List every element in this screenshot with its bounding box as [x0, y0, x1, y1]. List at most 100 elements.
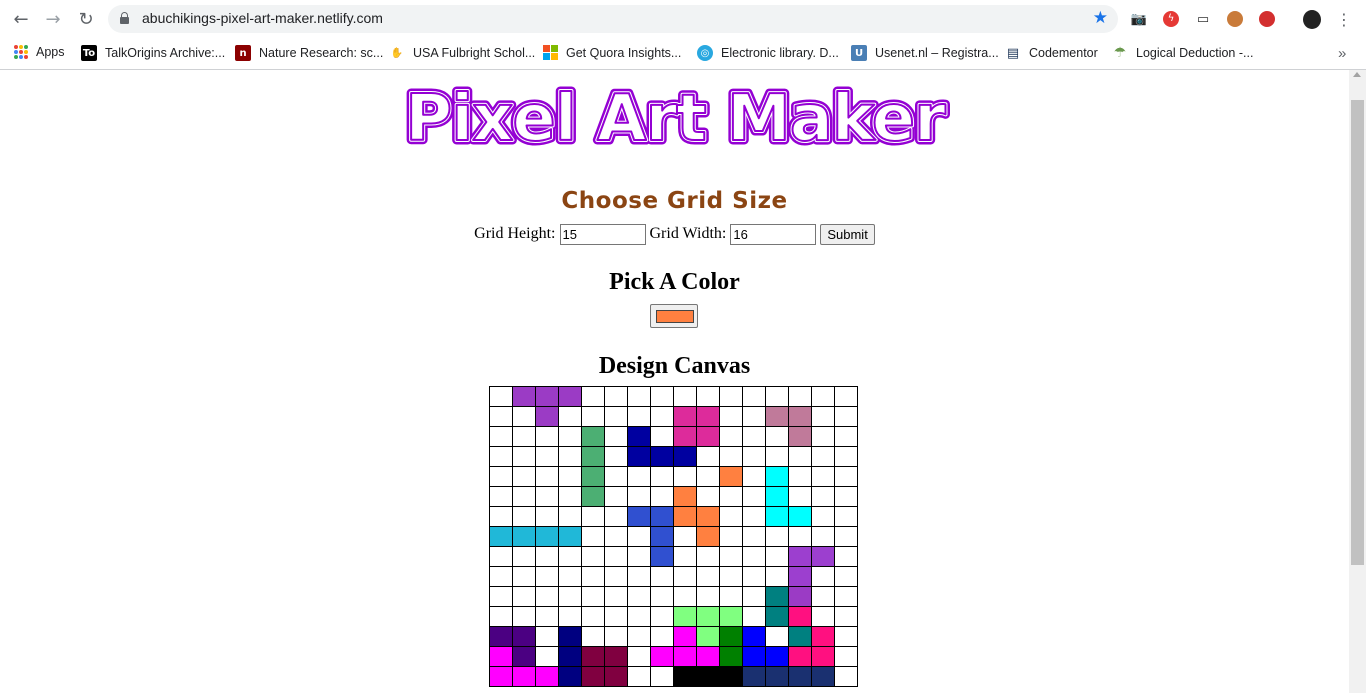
- canvas-cell[interactable]: [811, 386, 835, 407]
- canvas-cell[interactable]: [788, 546, 812, 567]
- canvas-cell[interactable]: [742, 426, 766, 447]
- canvas-cell[interactable]: [742, 386, 766, 407]
- bookmark-fulbright[interactable]: ✋ USA Fulbright Schol...: [389, 45, 536, 61]
- canvas-cell[interactable]: [558, 546, 582, 567]
- canvas-cell[interactable]: [788, 406, 812, 427]
- canvas-cell[interactable]: [673, 386, 697, 407]
- canvas-cell[interactable]: [742, 506, 766, 527]
- canvas-cell[interactable]: [673, 526, 697, 547]
- canvas-cell[interactable]: [834, 626, 858, 647]
- canvas-cell[interactable]: [627, 506, 651, 527]
- canvas-cell[interactable]: [811, 486, 835, 507]
- canvas-cell[interactable]: [581, 446, 605, 467]
- canvas-cell[interactable]: [650, 526, 674, 547]
- canvas-cell[interactable]: [604, 546, 628, 567]
- canvas-cell[interactable]: [765, 406, 789, 427]
- canvas-cell[interactable]: [650, 486, 674, 507]
- canvas-cell[interactable]: [765, 566, 789, 587]
- canvas-cell[interactable]: [834, 546, 858, 567]
- canvas-cell[interactable]: [765, 466, 789, 487]
- canvas-cell[interactable]: [834, 406, 858, 427]
- canvas-cell[interactable]: [558, 646, 582, 667]
- canvas-cell[interactable]: [742, 586, 766, 607]
- canvas-cell[interactable]: [650, 406, 674, 427]
- canvas-cell[interactable]: [512, 626, 536, 647]
- canvas-cell[interactable]: [673, 426, 697, 447]
- canvas-cell[interactable]: [535, 406, 559, 427]
- canvas-cell[interactable]: [535, 446, 559, 467]
- canvas-cell[interactable]: [581, 586, 605, 607]
- canvas-cell[interactable]: [627, 666, 651, 687]
- canvas-cell[interactable]: [834, 446, 858, 467]
- profile-avatar-icon[interactable]: [1303, 9, 1321, 29]
- canvas-cell[interactable]: [673, 586, 697, 607]
- canvas-cell[interactable]: [811, 646, 835, 667]
- canvas-cell[interactable]: [558, 526, 582, 547]
- canvas-cell[interactable]: [558, 606, 582, 627]
- canvas-cell[interactable]: [535, 666, 559, 687]
- canvas-cell[interactable]: [811, 526, 835, 547]
- canvas-cell[interactable]: [719, 486, 743, 507]
- canvas-cell[interactable]: [696, 406, 720, 427]
- canvas-cell[interactable]: [765, 526, 789, 547]
- canvas-cell[interactable]: [558, 566, 582, 587]
- canvas-cell[interactable]: [834, 586, 858, 607]
- canvas-cell[interactable]: [627, 386, 651, 407]
- more-bookmarks-chevron-icon[interactable]: »: [1338, 45, 1346, 62]
- canvas-cell[interactable]: [811, 506, 835, 527]
- canvas-cell[interactable]: [742, 666, 766, 687]
- canvas-cell[interactable]: [834, 666, 858, 687]
- menu-kebab-icon[interactable]: ⋮: [1335, 10, 1353, 29]
- canvas-cell[interactable]: [512, 546, 536, 567]
- canvas-cell[interactable]: [581, 606, 605, 627]
- canvas-cell[interactable]: [558, 626, 582, 647]
- canvas-cell[interactable]: [765, 426, 789, 447]
- canvas-cell[interactable]: [696, 606, 720, 627]
- canvas-cell[interactable]: [512, 666, 536, 687]
- canvas-cell[interactable]: [696, 566, 720, 587]
- canvas-cell[interactable]: [650, 466, 674, 487]
- canvas-cell[interactable]: [489, 486, 513, 507]
- canvas-cell[interactable]: [765, 446, 789, 467]
- canvas-cell[interactable]: [765, 546, 789, 567]
- canvas-cell[interactable]: [604, 646, 628, 667]
- canvas-cell[interactable]: [650, 506, 674, 527]
- canvas-cell[interactable]: [604, 526, 628, 547]
- canvas-cell[interactable]: [811, 446, 835, 467]
- canvas-cell[interactable]: [788, 646, 812, 667]
- submit-button[interactable]: Submit: [820, 224, 875, 245]
- canvas-cell[interactable]: [581, 466, 605, 487]
- canvas-cell[interactable]: [650, 586, 674, 607]
- grid-width-input[interactable]: [730, 224, 817, 245]
- canvas-cell[interactable]: [558, 666, 582, 687]
- canvas-cell[interactable]: [719, 566, 743, 587]
- canvas-cell[interactable]: [512, 446, 536, 467]
- canvas-cell[interactable]: [558, 406, 582, 427]
- canvas-cell[interactable]: [558, 386, 582, 407]
- canvas-cell[interactable]: [811, 586, 835, 607]
- canvas-cell[interactable]: [489, 526, 513, 547]
- monkey-extension-icon[interactable]: [1226, 10, 1244, 28]
- canvas-cell[interactable]: [834, 386, 858, 407]
- canvas-cell[interactable]: [696, 506, 720, 527]
- canvas-cell[interactable]: [581, 386, 605, 407]
- canvas-cell[interactable]: [512, 526, 536, 547]
- canvas-cell[interactable]: [489, 566, 513, 587]
- canvas-cell[interactable]: [811, 426, 835, 447]
- forward-arrow-icon[interactable]: →: [41, 8, 65, 30]
- canvas-cell[interactable]: [673, 406, 697, 427]
- canvas-cell[interactable]: [604, 486, 628, 507]
- canvas-cell[interactable]: [834, 606, 858, 627]
- canvas-cell[interactable]: [788, 566, 812, 587]
- canvas-cell[interactable]: [604, 666, 628, 687]
- canvas-cell[interactable]: [489, 546, 513, 567]
- canvas-cell[interactable]: [719, 526, 743, 547]
- canvas-cell[interactable]: [696, 666, 720, 687]
- canvas-cell[interactable]: [811, 626, 835, 647]
- canvas-cell[interactable]: [512, 566, 536, 587]
- canvas-cell[interactable]: [650, 446, 674, 467]
- canvas-cell[interactable]: [788, 606, 812, 627]
- canvas-cell[interactable]: [742, 626, 766, 647]
- canvas-cell[interactable]: [650, 626, 674, 647]
- canvas-cell[interactable]: [765, 486, 789, 507]
